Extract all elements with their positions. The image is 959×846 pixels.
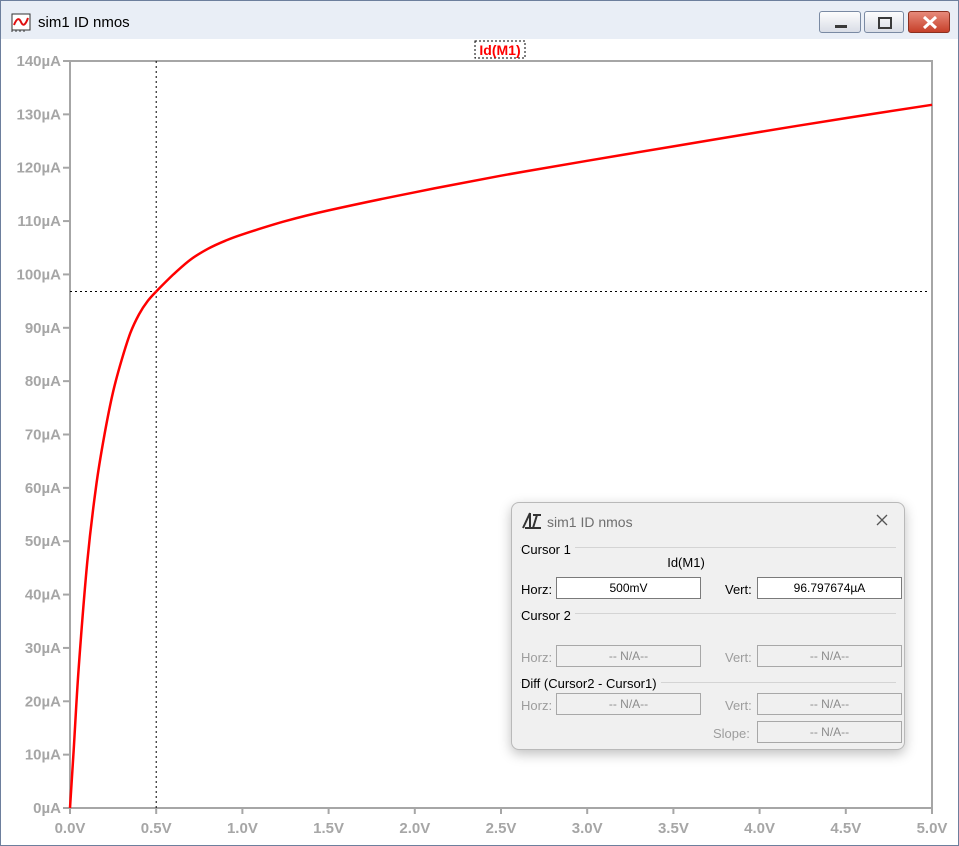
ltspice-logo-icon bbox=[521, 511, 543, 531]
y-tick-label: 20µA bbox=[25, 693, 61, 710]
x-tick-label: 0.5V bbox=[141, 820, 172, 837]
waveform-viewer-icon bbox=[11, 11, 33, 33]
minimize-icon bbox=[835, 25, 847, 28]
cursor2-section-label: Cursor 2 bbox=[521, 608, 575, 623]
cursor1-horz-label: Horz: bbox=[521, 582, 553, 597]
diff-slope-label: Slope: bbox=[713, 726, 750, 741]
maximize-button[interactable] bbox=[864, 11, 904, 33]
diff-slope-field bbox=[757, 721, 902, 743]
cursor2-separator bbox=[520, 613, 896, 614]
diff-vert-label: Vert: bbox=[725, 698, 752, 713]
diff-horz-label: Horz: bbox=[521, 698, 553, 713]
y-tick-label: 30µA bbox=[25, 640, 61, 657]
y-tick-label: 90µA bbox=[25, 320, 61, 337]
y-tick-label: 140µA bbox=[16, 53, 61, 70]
close-icon bbox=[922, 15, 938, 30]
y-tick-label: 80µA bbox=[25, 373, 61, 390]
cursor1-separator bbox=[520, 547, 896, 548]
cursor2-horz-label: Horz: bbox=[521, 650, 553, 665]
cursor2-vert-label: Vert: bbox=[725, 650, 752, 665]
dialog-close-icon[interactable] bbox=[874, 512, 890, 528]
y-tick-label: 60µA bbox=[25, 480, 61, 497]
x-tick-label: 4.0V bbox=[744, 820, 775, 837]
cursor1-vert-field[interactable] bbox=[757, 577, 902, 599]
y-tick-label: 0µA bbox=[33, 800, 61, 817]
dialog-title: sim1 ID nmos bbox=[547, 514, 633, 530]
x-tick-label: 4.5V bbox=[830, 820, 861, 837]
cursor2-horz-field bbox=[556, 645, 701, 667]
y-tick-label: 120µA bbox=[16, 160, 61, 177]
x-tick-label: 2.5V bbox=[486, 820, 517, 837]
y-tick-label: 130µA bbox=[16, 106, 61, 123]
y-tick-label: 110µA bbox=[17, 213, 61, 230]
window-title: sim1 ID nmos bbox=[38, 14, 130, 31]
y-tick-label: 40µA bbox=[25, 587, 61, 604]
x-tick-label: 5.0V bbox=[917, 820, 948, 837]
x-tick-label: 3.5V bbox=[658, 820, 689, 837]
x-tick-label: 0.0V bbox=[55, 820, 86, 837]
y-tick-label: 10µA bbox=[25, 747, 61, 764]
cursor1-horz-field[interactable] bbox=[556, 577, 701, 599]
diff-section-label: Diff (Cursor2 - Cursor1) bbox=[521, 676, 661, 691]
diff-vert-field bbox=[757, 693, 902, 715]
diff-horz-field bbox=[556, 693, 701, 715]
restore-icon bbox=[878, 17, 892, 29]
y-tick-label: 70µA bbox=[25, 427, 61, 444]
x-tick-label: 3.0V bbox=[572, 820, 603, 837]
cursor2-vert-field bbox=[757, 645, 902, 667]
close-button[interactable] bbox=[908, 11, 950, 33]
trace-label[interactable]: Id(M1) bbox=[479, 42, 520, 58]
cursor-dialog[interactable]: sim1 ID nmos Cursor 1 Id(M1) Horz: Vert:… bbox=[511, 502, 905, 750]
x-tick-label: 1.5V bbox=[313, 820, 344, 837]
title-bar[interactable]: sim1 ID nmos bbox=[1, 1, 958, 39]
cursor1-vert-label: Vert: bbox=[725, 582, 752, 597]
y-tick-label: 50µA bbox=[25, 533, 61, 550]
y-tick-label: 100µA bbox=[16, 266, 61, 283]
x-tick-label: 2.0V bbox=[399, 820, 430, 837]
cursor1-trace-name: Id(M1) bbox=[667, 555, 705, 570]
minimize-button[interactable] bbox=[819, 11, 861, 33]
x-tick-label: 1.0V bbox=[227, 820, 258, 837]
